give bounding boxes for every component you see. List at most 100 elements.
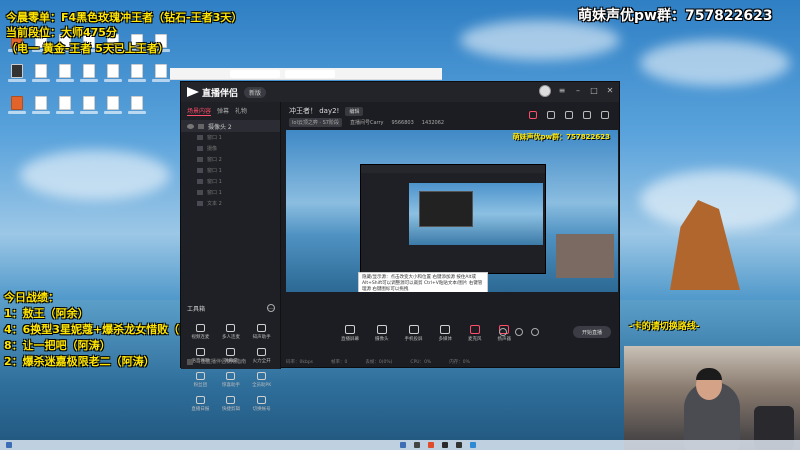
video-icon — [195, 324, 205, 332]
taskbar-app-icon[interactable] — [442, 442, 448, 448]
source-item[interactable]: 文本 2 — [181, 198, 280, 209]
source-item[interactable]: 窗口 1 — [181, 176, 280, 187]
tool-fire[interactable]: 火力全开 — [246, 348, 277, 364]
scissors-icon — [226, 396, 236, 404]
desktop-icon[interactable] — [56, 96, 74, 114]
maximize-icon[interactable]: □ — [589, 86, 599, 96]
tool-pk[interactable]: 全员助PK — [246, 372, 277, 388]
tool-label: 切换帐号 — [252, 407, 271, 412]
stream-preview[interactable]: 萌妹声优pw群：757822623 隐藏/显示源：点击改变大小和位置 右键添加源… — [286, 130, 618, 292]
stream-category[interactable]: lol云顶之弈 · S7阶段 — [289, 118, 342, 127]
desktop-icon[interactable] — [56, 64, 74, 82]
fire-icon — [257, 348, 267, 356]
stream-id: 9566803 — [391, 119, 414, 126]
stream-controls — [499, 328, 539, 336]
avatar[interactable] — [539, 85, 551, 97]
source-item[interactable]: 窗口 1 — [181, 187, 280, 198]
tool-multi-link[interactable]: 多人连麦 — [216, 324, 247, 340]
taskbar-app-icon[interactable] — [428, 442, 434, 448]
overlay-line-1: 今晨零单：F4黑色玫瑰冲王者（钻石-王者3天） — [6, 11, 243, 24]
desktop-icon[interactable] — [32, 64, 50, 82]
tab-scene[interactable]: 场景内容 — [187, 106, 212, 116]
window-icon — [197, 157, 203, 162]
status-bar: 码率：0kbps 帧率：0 丢帧：0(0%) CPU：0% 内存：0% — [286, 359, 616, 365]
app-logo: 直播伴侣 — [187, 86, 238, 99]
source-item[interactable]: 窗口 1 — [181, 165, 280, 176]
version-badge[interactable]: 新版 — [244, 86, 267, 98]
guide-link[interactable]: 斗鱼直播伴侣使用指南 — [187, 358, 246, 365]
users-icon — [226, 324, 236, 332]
source-item[interactable]: 窗口 1 — [181, 132, 280, 143]
window-icon — [197, 179, 203, 184]
tool-video-link[interactable]: 视频连麦 — [185, 324, 216, 340]
scene-item[interactable]: 摄像头 2 — [181, 120, 280, 132]
top-toolbar — [529, 111, 609, 119]
screen-capture-button[interactable]: 直播屏幕 — [341, 325, 359, 342]
desktop-icon[interactable] — [8, 64, 26, 82]
bell-icon[interactable] — [583, 111, 591, 119]
desktop-icon[interactable] — [152, 64, 170, 82]
source-label: 窗口 1 — [207, 179, 222, 185]
edit-title-button[interactable]: 编辑 — [345, 106, 364, 116]
tool-daily-report[interactable]: 直播日报 — [185, 396, 216, 412]
eye-icon[interactable] — [187, 123, 194, 129]
taskbar-app-icon[interactable] — [414, 442, 420, 448]
minimize-icon[interactable]: – — [573, 86, 583, 96]
gear-icon[interactable] — [531, 328, 539, 336]
tab-gift[interactable]: 礼物 — [235, 106, 247, 116]
browser-window[interactable] — [170, 68, 442, 80]
title-bar[interactable]: 直播伴侣 新版 ≡ – □ ✕ — [181, 82, 619, 102]
desktop-icon[interactable] — [104, 96, 122, 114]
desktop-icon[interactable] — [128, 64, 146, 82]
desktop-icon[interactable] — [32, 96, 50, 114]
window-controls: ≡ – □ ✕ — [539, 85, 615, 97]
tool-surprise[interactable]: 惊喜助手 — [216, 372, 247, 388]
battle-record-1: 1：敖王（阿余） — [4, 307, 89, 320]
phone-icon — [408, 325, 419, 334]
taskbar-app-icon[interactable] — [470, 442, 476, 448]
settings-icon[interactable] — [515, 328, 523, 336]
browser-tab[interactable] — [285, 70, 335, 78]
record-icon[interactable] — [499, 328, 507, 336]
menu-icon[interactable]: ≡ — [557, 86, 567, 96]
source-item[interactable]: 摄像 — [181, 143, 280, 154]
tool-switch-account[interactable]: 切换帐号 — [246, 396, 277, 412]
media-button[interactable]: 多媒体 — [439, 325, 452, 342]
lock-icon[interactable] — [547, 111, 555, 119]
nested-app-window — [360, 164, 546, 274]
tool-voice-assistant[interactable]: 知声助手 — [246, 324, 277, 340]
browser-tab[interactable] — [230, 70, 280, 78]
tool-label: 麦克风 — [468, 337, 482, 342]
desktop-icon[interactable] — [80, 64, 98, 82]
taskbar-app-icon[interactable] — [456, 442, 462, 448]
source-label: 窗口 1 — [207, 135, 222, 141]
taskbar-app-icon[interactable] — [400, 442, 406, 448]
toolbox-more-icon[interactable]: … — [267, 304, 275, 312]
window-icon — [197, 146, 203, 151]
notification-icon[interactable] — [529, 111, 537, 119]
tab-danmaku[interactable]: 弹幕 — [217, 106, 229, 116]
close-icon[interactable]: ✕ — [605, 86, 615, 96]
desktop-icon[interactable] — [104, 64, 122, 82]
tool-fan-club[interactable]: 粉丝团 — [185, 372, 216, 388]
source-item[interactable]: 窗口 2 — [181, 154, 280, 165]
tool-quick-edit[interactable]: 快捷剪辑 — [216, 396, 247, 412]
desktop-icon[interactable] — [128, 96, 146, 114]
streaming-app-window[interactable]: 直播伴侣 新版 ≡ – □ ✕ 场景内容 弹幕 礼物 摄像头 2 窗口 1 摄像… — [180, 81, 620, 412]
tool-label: 扬声器 — [497, 337, 512, 342]
start-live-button[interactable]: 开始直播 — [573, 326, 611, 338]
battle-record-4: 2：爆杀迷嘉极限老二（阿涛） — [4, 355, 155, 368]
desktop-icon[interactable] — [80, 96, 98, 114]
start-icon[interactable] — [6, 442, 12, 448]
desktop-icon[interactable] — [8, 96, 26, 114]
phone-cast-button[interactable]: 手机投屏 — [405, 325, 423, 342]
preview-webcam — [556, 234, 614, 278]
source-label: 窗口 1 — [207, 168, 222, 174]
camera-button[interactable]: 摄像头 — [375, 325, 389, 342]
pk-icon — [257, 372, 267, 380]
share-icon[interactable] — [601, 111, 609, 119]
battle-record-3: 8：让一把吧（阿涛） — [4, 339, 111, 352]
stream-user: 直播间号Carry — [349, 120, 384, 126]
screen-icon[interactable] — [565, 111, 573, 119]
mic-button[interactable]: 麦克风 — [468, 325, 482, 342]
